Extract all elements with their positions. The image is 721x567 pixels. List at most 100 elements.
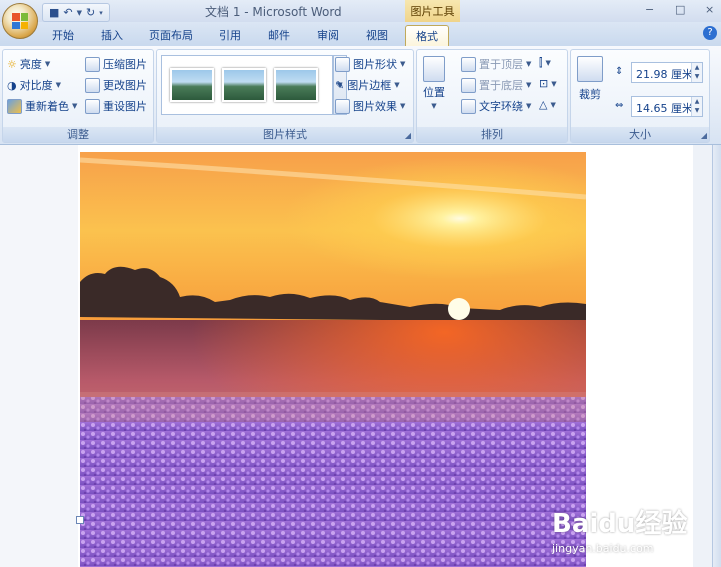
undo-dropdown-icon[interactable]: ▼ <box>77 9 82 17</box>
resize-handle[interactable] <box>76 516 84 524</box>
height-spin-arrows-icon[interactable]: ▲ ▼ <box>691 63 702 82</box>
recolor-label: 重新着色 <box>25 100 69 113</box>
recolor-button[interactable]: 重新着色 ▼ <box>7 98 77 114</box>
dialog-launcher-icon[interactable]: ◢ <box>405 131 411 140</box>
crop-icon <box>577 56 603 82</box>
group-adjust: ☼ 亮度 ▼ ◑ 对比度 ▼ 重新着色 ▼ 压缩图片 更改图片 重设图片 调整 <box>2 49 154 143</box>
ribbon-tabs: 开始 插入 页面布局 引用 邮件 审阅 视图 格式 <box>0 22 721 49</box>
contrast-icon: ◑ <box>7 78 17 92</box>
tab-mailings[interactable]: 邮件 <box>268 27 290 43</box>
picture-shape-label: 图片形状 <box>353 58 397 71</box>
text-wrapping-label: 文字环绕 <box>479 100 523 113</box>
bring-to-front-label: 置于顶层 <box>479 58 523 71</box>
office-button[interactable] <box>2 3 38 39</box>
quick-access-toolbar: ■ ↶ ▼ ↻ ▾ <box>42 3 110 22</box>
align-button[interactable]: ⫿ ▼ <box>539 56 551 70</box>
pencil-icon: ✎ <box>335 78 345 92</box>
width-value: 14.65 厘米 <box>636 102 693 115</box>
picture-effects-button[interactable]: 图片效果 ▼ <box>335 98 405 114</box>
group-size: 裁剪 ⇕ 21.98 厘米 ▲ ▼ ⇔ 14.65 厘米 ▲ ▼ 大小 ◢ <box>570 49 710 143</box>
group-button[interactable]: ⊡ ▼ <box>539 77 557 90</box>
contrast-button[interactable]: ◑ 对比度 ▼ <box>7 77 61 93</box>
chevron-down-icon: ▼ <box>55 81 61 89</box>
document-left-margin <box>0 145 78 567</box>
chevron-down-icon: ▼ <box>545 59 551 67</box>
redo-icon[interactable]: ↻ <box>86 6 95 19</box>
crop-label: 裁剪 <box>579 88 601 101</box>
chevron-down-icon: ▼ <box>526 81 532 89</box>
recolor-icon <box>7 98 22 114</box>
vertical-scrollbar[interactable] <box>712 145 721 567</box>
compress-label: 压缩图片 <box>103 58 147 71</box>
style-thumbnail-1[interactable] <box>170 68 214 102</box>
width-spin-arrows-icon[interactable]: ▲ ▼ <box>691 97 702 116</box>
tab-page-layout[interactable]: 页面布局 <box>149 27 193 43</box>
brightness-button[interactable]: ☼ 亮度 ▼ <box>7 56 50 72</box>
send-to-back-label: 置于底层 <box>479 79 523 92</box>
group-label-arrange: 排列 <box>417 127 567 142</box>
align-icon: ⫿ <box>539 56 543 69</box>
height-icon: ⇕ <box>615 66 624 77</box>
style-thumbnail-2[interactable] <box>222 68 266 102</box>
height-value: 21.98 厘米 <box>636 68 693 81</box>
tab-references[interactable]: 引用 <box>219 27 241 43</box>
picture-tools-context-label: 图片工具 <box>405 0 460 22</box>
change-picture-button[interactable]: 更改图片 <box>85 77 147 93</box>
chevron-down-icon: ▼ <box>526 102 532 110</box>
text-wrap-icon <box>461 98 476 114</box>
contrast-label: 对比度 <box>19 79 53 92</box>
minimize-button[interactable]: − <box>645 3 654 16</box>
position-button[interactable]: 位置 ▼ <box>423 56 445 110</box>
change-picture-icon <box>85 77 100 93</box>
chevron-down-icon: ▼ <box>72 102 78 110</box>
picture-border-button[interactable]: ✎ 图片边框 ▼ <box>335 77 400 93</box>
chevron-down-icon: ▼ <box>394 81 400 89</box>
picture-shape-button[interactable]: 图片形状 ▼ <box>335 56 405 72</box>
ribbon: ☼ 亮度 ▼ ◑ 对比度 ▼ 重新着色 ▼ 压缩图片 更改图片 重设图片 调整 <box>0 46 721 145</box>
save-icon[interactable]: ■ <box>49 6 59 19</box>
picture-effects-label: 图片效果 <box>353 100 397 113</box>
reset-picture-button[interactable]: 重设图片 <box>85 98 147 114</box>
customize-qat-icon[interactable]: ▾ <box>99 9 103 17</box>
help-icon[interactable]: ? <box>703 26 717 40</box>
undo-icon[interactable]: ↶ <box>63 6 72 19</box>
bring-to-front-button[interactable]: 置于顶层 ▼ <box>461 56 531 72</box>
text-wrapping-button[interactable]: 文字环绕 ▼ <box>461 98 531 114</box>
chevron-down-icon: ▼ <box>400 60 406 68</box>
brightness-icon: ☼ <box>7 57 17 71</box>
window-title: 文档 1 - Microsoft Word <box>205 5 342 19</box>
document-right-margin <box>693 145 712 567</box>
group-icon: ⊡ <box>539 77 549 90</box>
tab-home[interactable]: 开始 <box>52 27 74 43</box>
width-spinner[interactable]: 14.65 厘米 ▲ ▼ <box>631 96 703 117</box>
office-logo-icon <box>12 13 28 29</box>
send-to-back-button[interactable]: 置于底层 ▼ <box>461 77 531 93</box>
tab-insert[interactable]: 插入 <box>101 27 123 43</box>
close-button[interactable]: × <box>705 3 714 16</box>
chevron-down-icon: ▼ <box>44 60 51 68</box>
chevron-down-icon: ▼ <box>526 60 532 68</box>
inserted-picture[interactable] <box>80 152 586 567</box>
send-to-back-icon <box>461 77 476 93</box>
compress-pictures-button[interactable]: 压缩图片 <box>85 56 147 72</box>
effects-icon <box>335 98 350 114</box>
group-picture-styles: ▲ ▼ ▾ 图片形状 ▼ ✎ 图片边框 ▼ 图片效果 ▼ 图片样式 ◢ <box>156 49 414 143</box>
tab-view[interactable]: 视图 <box>366 27 388 43</box>
maximize-button[interactable]: □ <box>675 3 685 16</box>
baidu-watermark: Baidu经验 jingyan.baidu.com <box>552 503 687 555</box>
style-thumbnail-3[interactable] <box>274 68 318 102</box>
rotate-button[interactable]: △ ▼ <box>539 98 556 111</box>
chevron-down-icon: ▼ <box>550 100 556 109</box>
height-spinner[interactable]: 21.98 厘米 ▲ ▼ <box>631 62 703 83</box>
dialog-launcher-icon[interactable]: ◢ <box>701 131 707 140</box>
bring-to-front-icon <box>461 56 476 72</box>
group-label-picture-styles: 图片样式 <box>157 127 413 142</box>
watermark-url: jingyan.baidu.com <box>552 542 654 555</box>
crop-button[interactable]: 裁剪 <box>577 56 603 102</box>
sunset-lavender-field-image <box>80 152 586 567</box>
width-icon: ⇔ <box>615 100 624 111</box>
compress-icon <box>85 56 100 72</box>
group-label-adjust: 调整 <box>3 127 153 142</box>
reset-picture-icon <box>85 98 100 114</box>
tab-review[interactable]: 审阅 <box>317 27 339 43</box>
